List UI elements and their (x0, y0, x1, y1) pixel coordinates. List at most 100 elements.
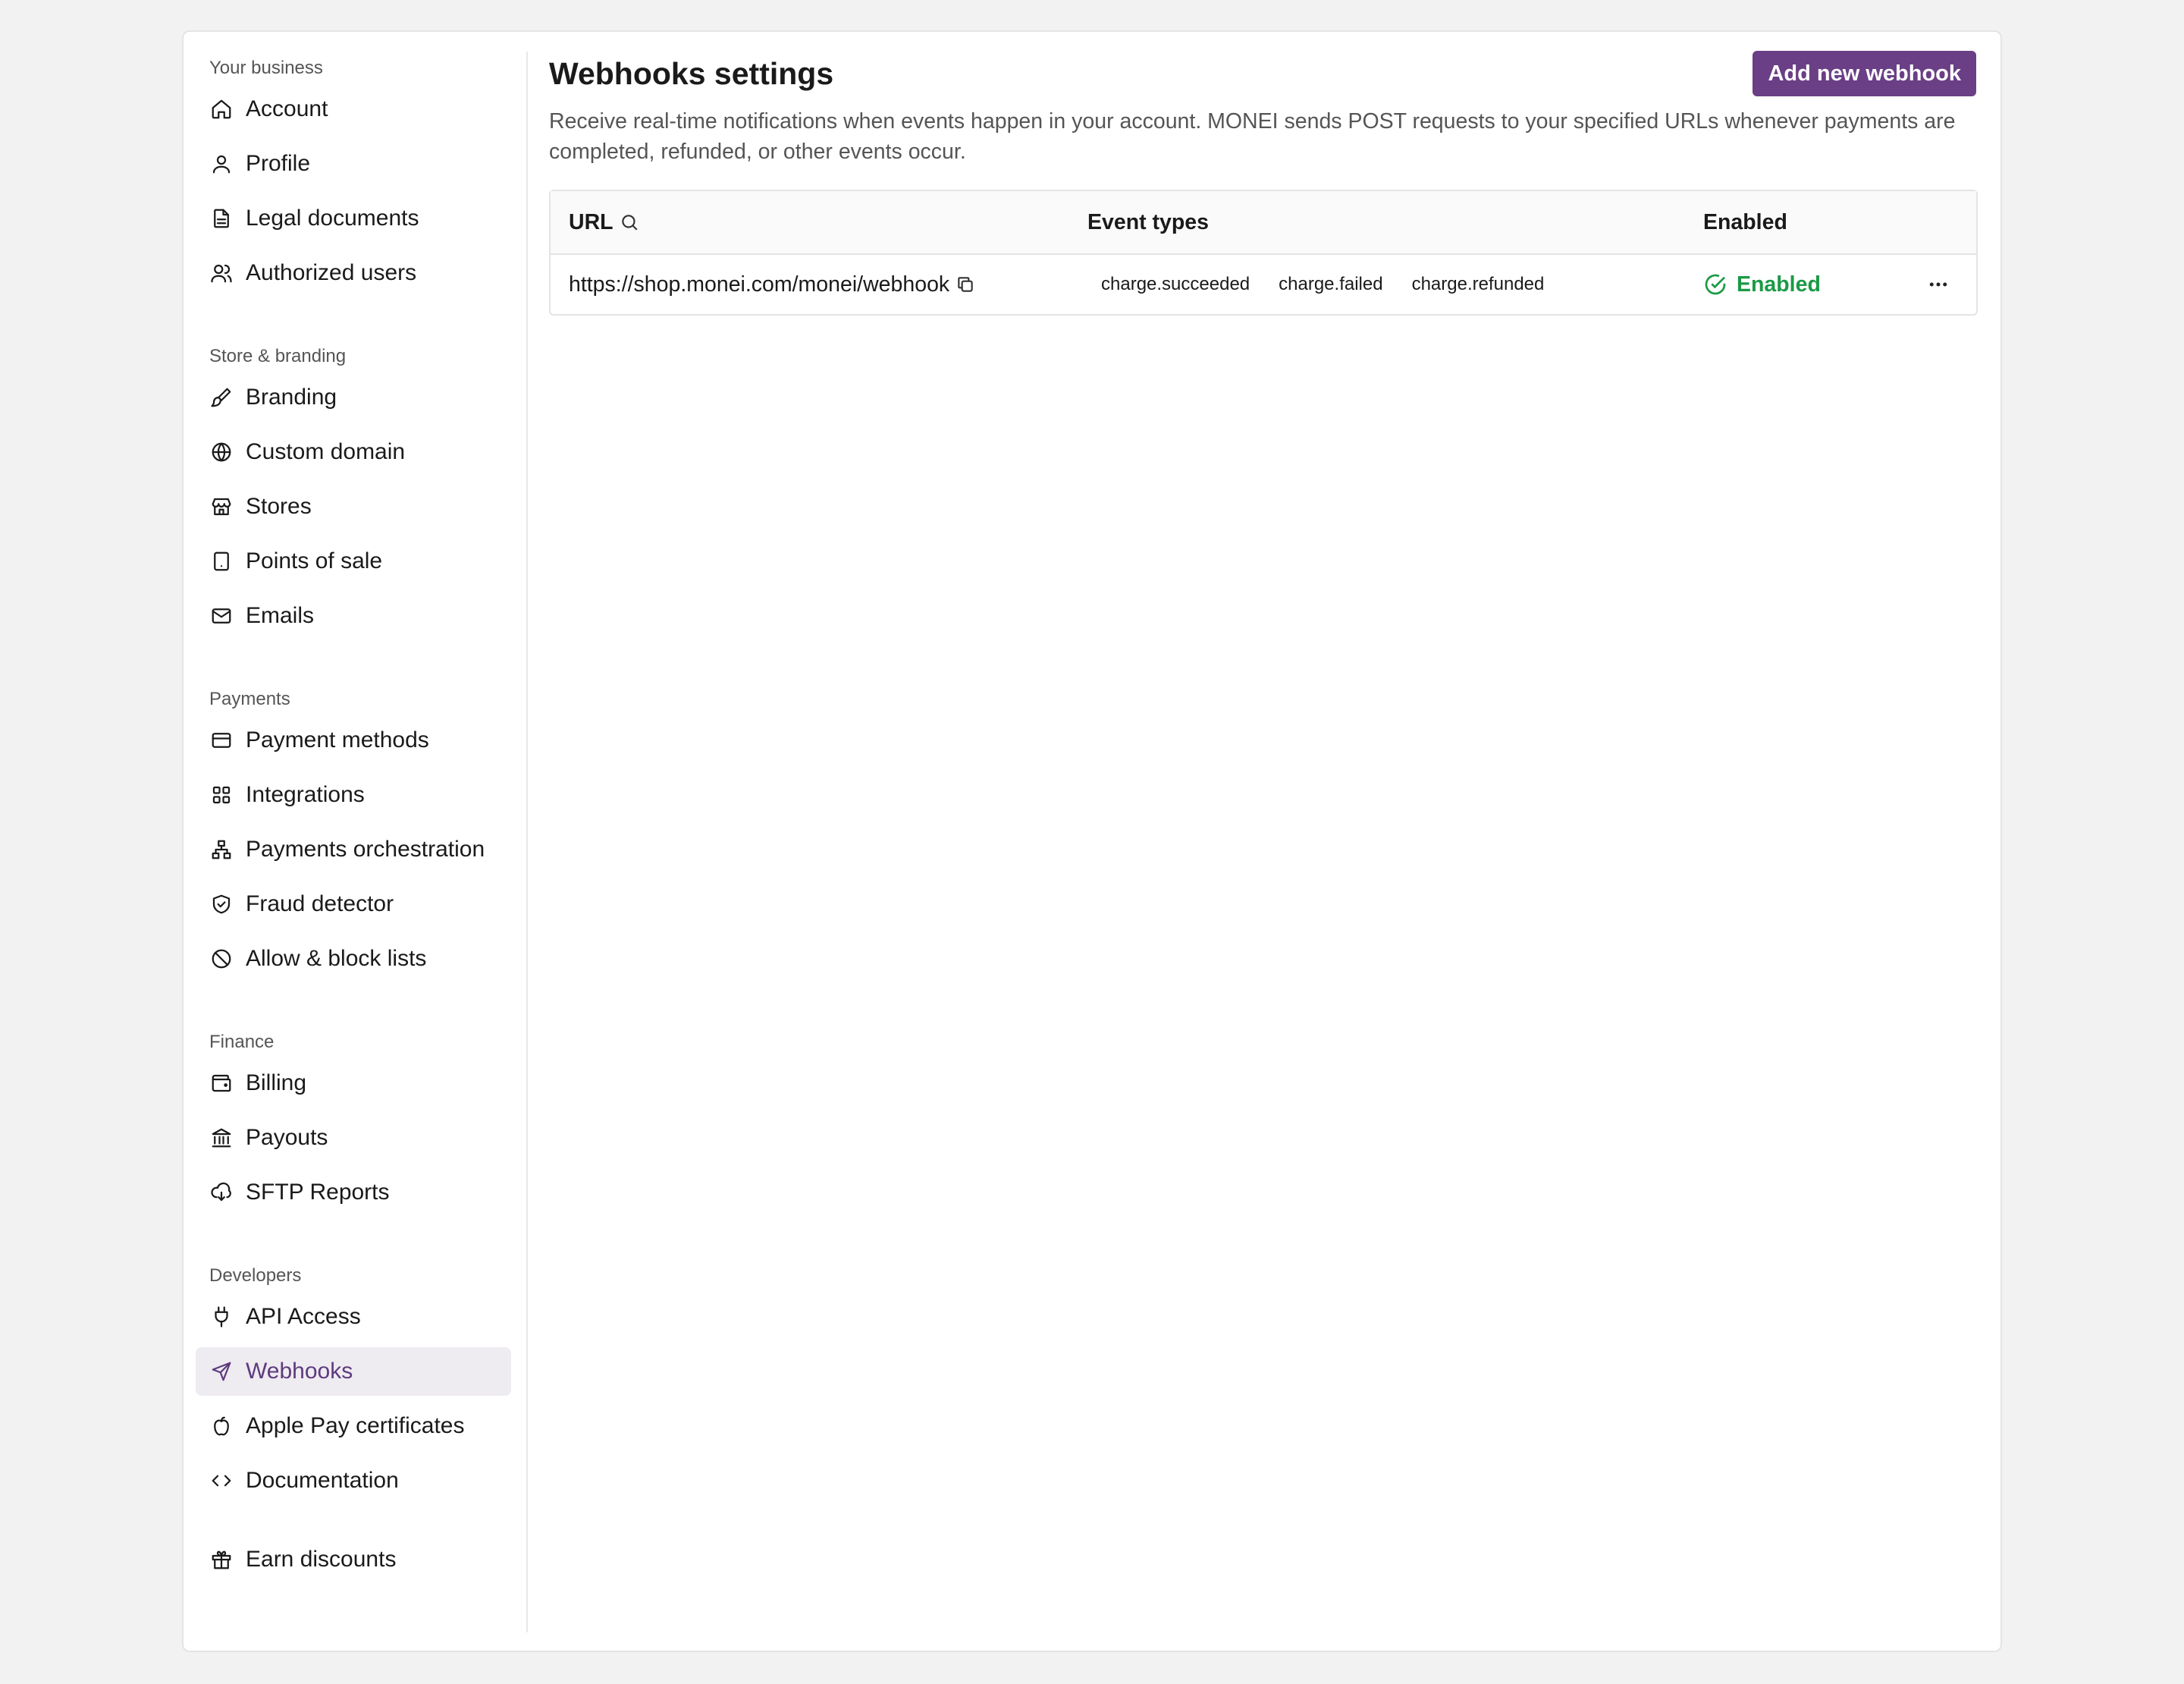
globe-icon (209, 440, 234, 464)
sidebar-item-payment-methods[interactable]: Payment methods (196, 716, 511, 765)
sidebar-item-label: Stores (246, 494, 312, 519)
settings-card: Your business Account Profile Legal documen… (182, 30, 2002, 1652)
sidebar-item-label: Earn discounts (246, 1547, 397, 1572)
shield-check-icon (209, 892, 234, 916)
sidebar-item-earn-discounts[interactable]: Earn discounts (196, 1535, 511, 1584)
credit-card-icon (209, 728, 234, 752)
webhook-url: https://shop.monei.com/monei/webhook (569, 272, 950, 297)
sidebar-section-title: Store & branding (209, 346, 347, 366)
event-tag: charge.refunded (1411, 274, 1545, 294)
table-header: URL Event types Enabled (551, 191, 1976, 255)
home-icon (209, 97, 234, 121)
sidebar-item-allow-block-lists[interactable]: Allow & block lists (196, 935, 511, 983)
sidebar-item-label: Webhooks (246, 1359, 353, 1384)
status-label: Enabled (1737, 272, 1821, 297)
column-events: Event types (1087, 209, 1209, 234)
sidebar-item-label: SFTP Reports (246, 1180, 390, 1205)
main-content: Webhooks settings Add new webhook Receiv… (549, 51, 1978, 316)
event-types-cell: charge.succeeded charge.failed charge.re… (1087, 269, 1703, 300)
apple-icon (209, 1414, 234, 1438)
sidebar-item-api-access[interactable]: API Access (196, 1293, 511, 1341)
users-icon (209, 261, 234, 285)
sidebar-group: Payments Payment methods Integrations Payme… (196, 683, 526, 983)
gift-icon (209, 1547, 234, 1572)
sidebar-item-label: Branding (246, 385, 337, 410)
sidebar-section-title: Finance (209, 1032, 275, 1052)
sidebar-item-points-of-sale[interactable]: Points of sale (196, 537, 511, 586)
sidebar-item-label: Account (246, 96, 328, 121)
sidebar-item-label: Payments orchestration (246, 837, 485, 862)
sidebar-section-title: Payments (209, 689, 290, 709)
sidebar-item-branding[interactable]: Branding (196, 373, 511, 422)
sidebar-group: Developers API Access Webhooks Apple Pay ce… (196, 1259, 526, 1505)
sidebar-item-custom-domain[interactable]: Custom domain (196, 428, 511, 476)
sidebar-item-documentation[interactable]: Documentation (196, 1456, 511, 1505)
sidebar-item-label: Allow & block lists (246, 946, 427, 971)
network-icon (209, 837, 234, 862)
bank-icon (209, 1126, 234, 1150)
event-tag: charge.failed (1279, 274, 1383, 294)
sidebar-item-label: Authorized users (246, 260, 417, 285)
document-icon (209, 206, 234, 231)
column-url-label: URL (569, 209, 613, 234)
sidebar-item-label: Points of sale (246, 548, 383, 573)
sidebar-section-title: Your business (209, 58, 323, 78)
sidebar-item-profile[interactable]: Profile (196, 140, 511, 188)
page-title: Webhooks settings (549, 55, 834, 91)
sidebar-item-label: Profile (246, 151, 311, 176)
sidebar-item-stores[interactable]: Stores (196, 482, 511, 531)
more-horizontal-icon (1929, 282, 1947, 287)
paintbrush-icon (209, 385, 234, 410)
store-icon (209, 495, 234, 519)
sidebar-item-payouts[interactable]: Payouts (196, 1114, 511, 1162)
add-webhook-button[interactable]: Add new webhook (1753, 51, 1976, 96)
page-description: Receive real-time notifications when eve… (549, 109, 1956, 164)
table-row[interactable]: https://shop.monei.com/monei/webhook cha… (551, 255, 1976, 314)
column-enabled: Enabled (1703, 209, 1787, 234)
sidebar-group: Store & branding Branding Custom domain Sto… (196, 340, 526, 640)
sidebar-group: Your business Account Profile Legal documen… (196, 52, 526, 297)
sidebar-group: Finance Billing Payouts SFTP Reports (196, 1026, 526, 1217)
sidebar-item-billing[interactable]: Billing (196, 1059, 511, 1107)
sidebar-item-label: Payment methods (246, 727, 429, 752)
cloud-download-icon (209, 1180, 234, 1205)
sidebar-item-webhooks[interactable]: Webhooks (196, 1347, 511, 1396)
sidebar-item-label: Legal documents (246, 206, 419, 231)
sidebar: Your business Account Profile Legal documen… (196, 52, 528, 1632)
user-icon (209, 152, 234, 176)
send-icon (209, 1359, 234, 1384)
sidebar-item-authorized-users[interactable]: Authorized users (196, 249, 511, 297)
sidebar-item-label: Apple Pay certificates (246, 1413, 465, 1438)
mail-icon (209, 604, 234, 628)
sidebar-item-apple-pay-certificates[interactable]: Apple Pay certificates (196, 1402, 511, 1450)
row-menu-button[interactable] (1900, 273, 1976, 296)
sidebar-item-payments-orchestration[interactable]: Payments orchestration (196, 825, 511, 874)
search-icon[interactable] (620, 212, 639, 232)
sidebar-item-emails[interactable]: Emails (196, 592, 511, 640)
plug-icon (209, 1305, 234, 1329)
sidebar-item-label: API Access (246, 1304, 361, 1329)
sidebar-item-sftp-reports[interactable]: SFTP Reports (196, 1168, 511, 1217)
sidebar-item-legal-documents[interactable]: Legal documents (196, 194, 511, 243)
enabled-cell: Enabled (1703, 272, 1900, 297)
sidebar-item-account[interactable]: Account (196, 85, 511, 134)
copy-icon[interactable] (956, 275, 975, 294)
column-url: URL (551, 210, 1087, 235)
check-circle-icon (1705, 274, 1726, 295)
sidebar-item-fraud-detector[interactable]: Fraud detector (196, 880, 511, 928)
code-icon (209, 1469, 234, 1493)
sidebar-item-label: Fraud detector (246, 891, 394, 916)
event-tag: charge.succeeded (1101, 274, 1250, 294)
sidebar-section-title: Developers (209, 1265, 302, 1286)
sidebar-item-label: Payouts (246, 1125, 328, 1150)
sidebar-item-label: Billing (246, 1070, 307, 1095)
title-row: Webhooks settings Add new webhook (549, 51, 1976, 96)
ban-icon (209, 947, 234, 971)
tablet-icon (209, 549, 234, 573)
grid-icon (209, 783, 234, 807)
webhooks-table: URL Event types Enabled https://shop.mon… (549, 190, 1978, 316)
sidebar-item-integrations[interactable]: Integrations (196, 771, 511, 819)
sidebar-item-label: Custom domain (246, 439, 406, 464)
sidebar-item-label: Emails (246, 603, 315, 628)
webhook-url-cell: https://shop.monei.com/monei/webhook (551, 272, 1087, 297)
